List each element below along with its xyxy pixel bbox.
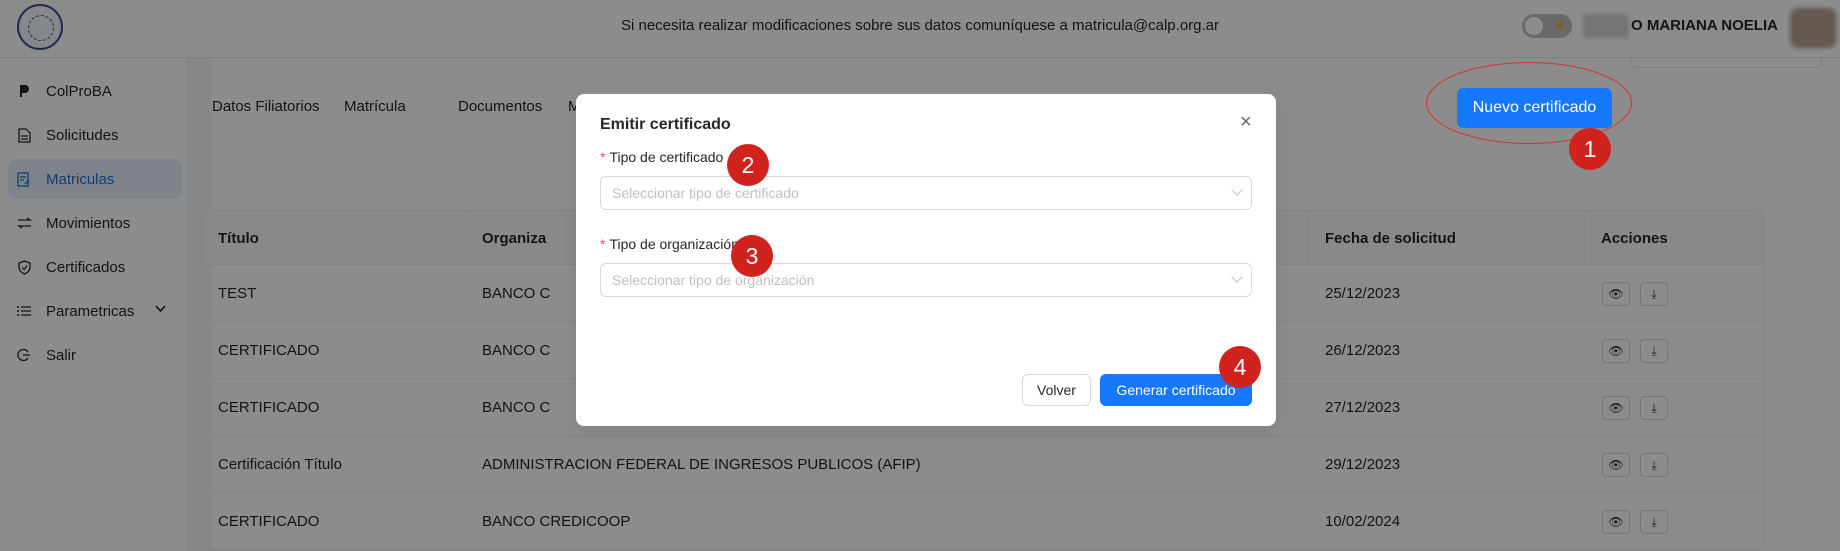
tipo-organizacion-label: * Tipo de organización xyxy=(600,236,739,252)
volver-button[interactable]: Volver xyxy=(1022,374,1091,406)
annotation-marker-1: 1 xyxy=(1569,128,1611,170)
modal-title: Emitir certificado xyxy=(600,116,731,133)
annotation-marker-2: 2 xyxy=(727,144,769,186)
emitir-certificado-dialog: Emitir certificado × * Tipo de certificad… xyxy=(576,94,1276,426)
annotation-marker-4: 4 xyxy=(1219,346,1261,388)
required-mark: * xyxy=(600,236,606,252)
chevron-down-icon xyxy=(1231,271,1243,283)
select-placeholder: Seleccionar tipo de organización xyxy=(612,272,815,288)
required-mark: * xyxy=(600,149,606,165)
tipo-certificado-select[interactable]: Seleccionar tipo de certificado xyxy=(600,176,1252,210)
annotation-marker-3: 3 xyxy=(731,235,773,277)
tipo-certificado-label-text: Tipo de certificado xyxy=(609,149,724,165)
tipo-organizacion-label-text: Tipo de organización xyxy=(609,236,739,252)
chevron-down-icon xyxy=(1231,184,1243,196)
close-icon[interactable]: × xyxy=(1240,112,1252,132)
tipo-organizacion-select[interactable]: Seleccionar tipo de organización xyxy=(600,263,1252,297)
select-placeholder: Seleccionar tipo de certificado xyxy=(612,185,799,201)
tipo-certificado-label: * Tipo de certificado xyxy=(600,149,723,165)
